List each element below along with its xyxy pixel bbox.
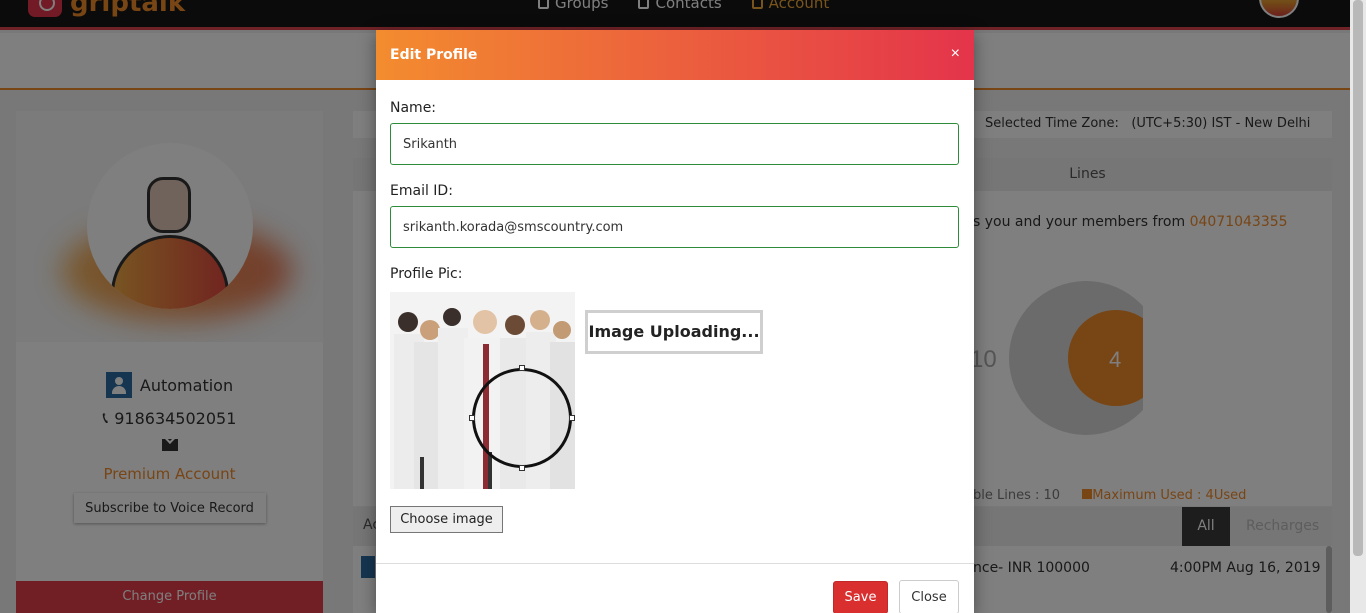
- email-label: Email ID:: [390, 183, 453, 199]
- name-input[interactable]: [390, 123, 959, 165]
- page-scrollbar-thumb[interactable]: [1353, 0, 1363, 556]
- crop-circle-handle[interactable]: [472, 368, 572, 468]
- close-button[interactable]: Close: [899, 580, 959, 613]
- crop-handle-top[interactable]: [519, 365, 525, 371]
- choose-image-button[interactable]: Choose image: [390, 506, 503, 533]
- modal-footer: Save Close: [376, 563, 974, 613]
- email-input[interactable]: [390, 206, 959, 248]
- crop-handle-right[interactable]: [569, 415, 575, 421]
- image-uploading-toast: Image Uploading...: [585, 310, 763, 354]
- edit-profile-modal: Edit Profile × Name: Email ID: Profile P…: [376, 30, 974, 613]
- modal-title: Edit Profile: [390, 47, 478, 63]
- save-button[interactable]: Save: [833, 581, 888, 613]
- page-scrollbar[interactable]: [1350, 0, 1366, 613]
- crop-handle-bottom[interactable]: [519, 465, 525, 471]
- modal-close-icon[interactable]: ×: [951, 45, 960, 63]
- profile-pic-label: Profile Pic:: [390, 266, 463, 282]
- crop-handle-left[interactable]: [469, 415, 475, 421]
- modal-header: Edit Profile ×: [376, 30, 974, 80]
- name-label: Name:: [390, 100, 437, 116]
